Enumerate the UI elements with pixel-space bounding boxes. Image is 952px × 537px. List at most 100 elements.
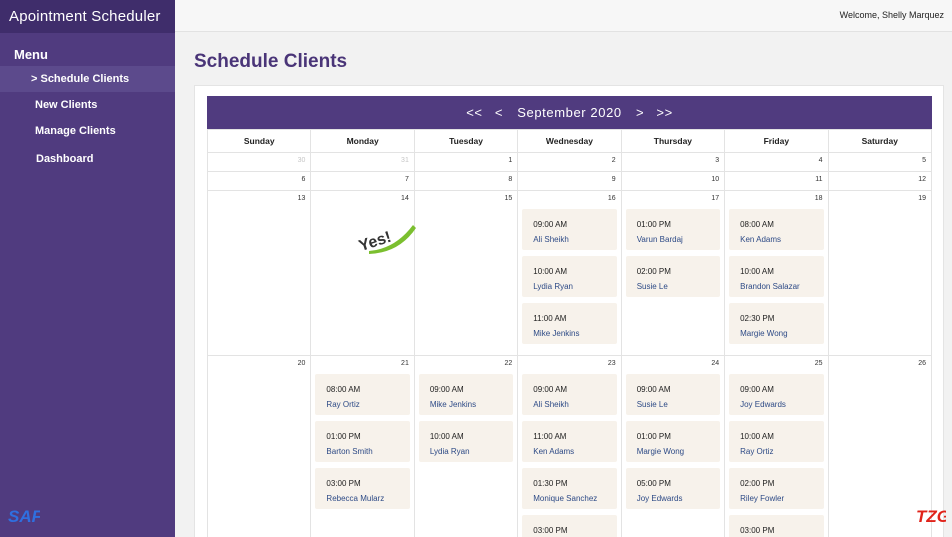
appointment-card[interactable]: 01:00 PM Barton Smith bbox=[315, 421, 410, 462]
app-title: Apointment Scheduler bbox=[0, 0, 175, 33]
appointment-time: 01:00 PM bbox=[326, 432, 361, 441]
appointment-card[interactable]: 08:00 AM Ken Adams bbox=[729, 209, 824, 250]
appointment-client: Ali Sheikh bbox=[533, 400, 569, 409]
day-number: 30 bbox=[297, 157, 306, 164]
appointment-card[interactable]: 01:00 PM Varun Bardaj bbox=[625, 209, 721, 250]
calendar-day-cell[interactable]: 25 09:00 AM Joy Edwards 10:00 AM Ray Ortiz 02… bbox=[724, 355, 829, 537]
appointment-time: 08:00 AM bbox=[326, 385, 361, 394]
appointment-card[interactable]: 02:00 PM Riley Fowler bbox=[729, 468, 824, 509]
appointment-time: 03:00 PM bbox=[326, 479, 361, 488]
appointment-card[interactable]: 02:30 PM Margie Wong bbox=[729, 303, 824, 344]
calendar-week-row: 13 14 15 16 09:00 AM Ali Sheikh 10:00 AM Lydia … bbox=[206, 190, 933, 356]
day-number: 18 bbox=[814, 195, 823, 202]
sidebar-item-dashboard[interactable]: Dashboard bbox=[0, 146, 175, 172]
calendar-day-cell[interactable]: 19 bbox=[827, 190, 933, 356]
appointment-client: Ali Sheikh bbox=[533, 235, 569, 244]
appointment-time: 02:30 PM bbox=[740, 314, 775, 323]
day-number: 31 bbox=[401, 157, 409, 164]
appointment-time: 05:00 PM bbox=[636, 479, 671, 488]
calendar-day-cell[interactable]: 30 bbox=[206, 152, 312, 172]
appointment-client: Susie Le bbox=[636, 282, 668, 291]
calendar-week-row: 6 7 8 9 10 11 12 bbox=[206, 171, 933, 191]
appointment-card[interactable]: 10:00 AM Lydia Ryan bbox=[418, 421, 514, 462]
appointment-client: Lydia Ryan bbox=[429, 447, 470, 456]
appointment-card[interactable]: 11:00 AM Mike Jenkins bbox=[522, 303, 617, 344]
appointment-card[interactable]: 09:00 AM Susie Le bbox=[625, 374, 721, 415]
appointment-card[interactable]: 09:00 AM Mike Jenkins bbox=[418, 374, 514, 415]
prev-year-button[interactable]: << bbox=[466, 105, 482, 120]
calendar-card: << < September 2020 > >> Sunday Monday Tue… bbox=[194, 85, 944, 537]
sidebar-item-new-clients[interactable]: New Clients bbox=[0, 92, 175, 118]
day-number: 26 bbox=[918, 360, 926, 367]
appointment-card[interactable]: 03:00 PM bbox=[729, 515, 824, 537]
appointment-card[interactable]: 01:30 PM Monique Sanchez bbox=[522, 468, 617, 509]
appointment-time: 09:00 AM bbox=[636, 385, 671, 394]
appointment-card[interactable]: 11:00 AM Ken Adams bbox=[522, 421, 617, 462]
day-number: 9 bbox=[611, 176, 616, 183]
calendar-day-cell[interactable]: 22 09:00 AM Mike Jenkins 10:00 AM Lydia Ryan bbox=[413, 355, 519, 537]
sidebar-item-manage-clients[interactable]: Manage Clients bbox=[0, 118, 175, 144]
calendar-day-cell[interactable]: 6 bbox=[206, 171, 312, 191]
calendar-day-cell[interactable]: 2 bbox=[517, 152, 622, 172]
day-number: 4 bbox=[818, 157, 823, 164]
appointment-client: Mike Jenkins bbox=[429, 400, 477, 409]
appointment-card[interactable]: 08:00 AM Ray Ortiz bbox=[315, 374, 410, 415]
calendar-day-cell[interactable]: 31 bbox=[310, 152, 415, 172]
appointment-card[interactable]: 10:00 AM Lydia Ryan bbox=[522, 256, 617, 297]
appointment-card[interactable]: 05:00 PM Joy Edwards bbox=[625, 468, 721, 509]
prev-month-button[interactable]: < bbox=[495, 105, 503, 120]
calendar-day-cell[interactable]: 4 bbox=[724, 152, 829, 172]
appointment-card[interactable]: 03:00 PM Rebecca Mularz bbox=[315, 468, 410, 509]
appointment-card[interactable]: 09:00 AM Ali Sheikh bbox=[522, 374, 617, 415]
appointment-card[interactable]: 03:00 PM bbox=[522, 515, 617, 537]
weekday-header: Tuesday bbox=[413, 129, 519, 153]
appointment-list: 01:00 PM Varun Bardaj 02:00 PM Susie Le bbox=[622, 191, 724, 297]
appointment-card[interactable]: 10:00 AM Brandon Salazar bbox=[729, 256, 824, 297]
appointment-client: Mike Jenkins bbox=[533, 329, 580, 338]
appointment-card[interactable]: 01:00 PM Margie Wong bbox=[625, 421, 721, 462]
calendar-day-cell[interactable]: 3 bbox=[620, 152, 726, 172]
appointment-list: 09:00 AM Ali Sheikh 11:00 AM Ken Adams 01:30… bbox=[518, 356, 620, 537]
appointment-time: 01:30 PM bbox=[533, 479, 568, 488]
next-month-button[interactable]: > bbox=[636, 105, 644, 120]
calendar-day-cell[interactable]: 24 09:00 AM Susie Le 01:00 PM Margie Wong 05:… bbox=[620, 355, 726, 537]
calendar-day-cell[interactable]: 5 bbox=[827, 152, 933, 172]
day-number: 22 bbox=[504, 360, 513, 367]
calendar-body: 30 31 1 2 3 4 5 6 7 8 9 10 11 12 13 14 15 16 09:00 AM Ali S… bbox=[206, 152, 933, 537]
calendar-day-cell[interactable]: 18 08:00 AM Ken Adams 10:00 AM Brandon Salaz… bbox=[724, 190, 829, 356]
calendar-day-cell[interactable]: 15 bbox=[413, 190, 519, 356]
calendar-day-cell[interactable]: 17 01:00 PM Varun Bardaj 02:00 PM Susie Le bbox=[620, 190, 726, 356]
calendar-day-cell[interactable]: 20 bbox=[206, 355, 312, 537]
sidebar-item-schedule-clients[interactable]: > Schedule Clients bbox=[0, 66, 175, 92]
appointment-client: Margie Wong bbox=[636, 447, 685, 456]
appointment-client: Joy Edwards bbox=[740, 400, 786, 409]
day-number: 14 bbox=[401, 195, 409, 202]
calendar-day-cell[interactable]: 8 bbox=[413, 171, 519, 191]
calendar-week-row: 20 21 08:00 AM Ray Ortiz 01:00 PM Barton Smit… bbox=[206, 355, 933, 537]
appointment-client: Varun Bardaj bbox=[636, 235, 683, 244]
calendar-day-cell[interactable]: 13 bbox=[206, 190, 312, 356]
calendar-day-cell[interactable]: 23 09:00 AM Ali Sheikh 11:00 AM Ken Adams 01:… bbox=[517, 355, 622, 537]
calendar-day-cell[interactable]: 16 09:00 AM Ali Sheikh 10:00 AM Lydia Ryan 11… bbox=[517, 190, 622, 356]
appointment-card[interactable]: 09:00 AM Ali Sheikh bbox=[522, 209, 617, 250]
saf-logo-text: SAF bbox=[8, 507, 40, 526]
appointment-card[interactable]: 09:00 AM Joy Edwards bbox=[729, 374, 824, 415]
calendar-day-cell[interactable]: 11 bbox=[724, 171, 829, 191]
appointment-time: 10:00 AM bbox=[740, 267, 774, 276]
calendar-day-cell[interactable]: 10 bbox=[620, 171, 726, 191]
calendar-day-cell[interactable]: 21 08:00 AM Ray Ortiz 01:00 PM Barton Smith 0… bbox=[310, 355, 415, 537]
calendar-day-cell[interactable]: 7 bbox=[310, 171, 415, 191]
tzg-watermark-logo: TZG bbox=[916, 507, 946, 526]
appointment-time: 09:00 AM bbox=[533, 385, 568, 394]
day-number: 7 bbox=[404, 176, 409, 183]
weekday-header: Saturday bbox=[827, 129, 933, 153]
appointment-time: 09:00 AM bbox=[533, 220, 568, 229]
calendar-day-cell[interactable]: 12 bbox=[827, 171, 933, 191]
calendar-day-cell[interactable]: 1 bbox=[413, 152, 519, 172]
calendar-day-cell[interactable]: 9 bbox=[517, 171, 622, 191]
appointment-card[interactable]: 10:00 AM Ray Ortiz bbox=[729, 421, 824, 462]
day-number: 21 bbox=[401, 360, 409, 367]
appointment-card[interactable]: 02:00 PM Susie Le bbox=[625, 256, 721, 297]
next-year-button[interactable]: >> bbox=[656, 105, 672, 120]
appointment-list: 09:00 AM Ali Sheikh 10:00 AM Lydia Ryan 11:0… bbox=[518, 191, 620, 344]
